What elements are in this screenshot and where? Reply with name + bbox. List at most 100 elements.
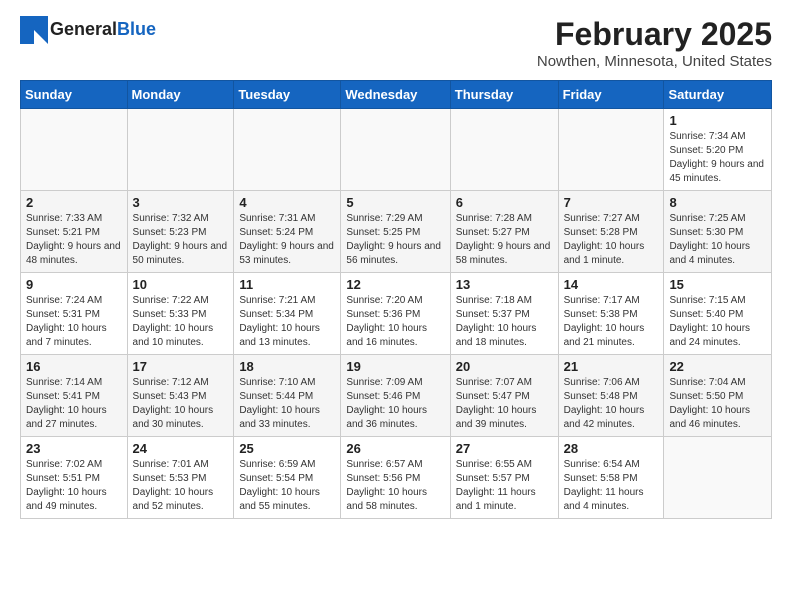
week-row-2: 2 Sunrise: 7:33 AM Sunset: 5:21 PM Daylig…: [21, 191, 772, 273]
calendar-cell: 24 Sunrise: 7:01 AM Sunset: 5:53 PM Dayli…: [127, 437, 234, 519]
day-number: 24: [133, 441, 229, 456]
day-number: 7: [564, 195, 659, 210]
header-row: SundayMondayTuesdayWednesdayThursdayFrid…: [21, 81, 772, 109]
calendar-cell: [127, 109, 234, 191]
calendar-cell: 9 Sunrise: 7:24 AM Sunset: 5:31 PM Daylig…: [21, 273, 128, 355]
week-row-5: 23 Sunrise: 7:02 AM Sunset: 5:51 PM Dayli…: [21, 437, 772, 519]
calendar-cell: 5 Sunrise: 7:29 AM Sunset: 5:25 PM Daylig…: [341, 191, 450, 273]
cell-info: Sunrise: 7:24 AM Sunset: 5:31 PM Dayligh…: [26, 294, 122, 350]
cell-info: Sunrise: 6:57 AM Sunset: 5:56 PM Dayligh…: [346, 458, 444, 514]
calendar-cell: [558, 109, 664, 191]
calendar-cell: 25 Sunrise: 6:59 AM Sunset: 5:54 PM Dayli…: [234, 437, 341, 519]
calendar-cell: 15 Sunrise: 7:15 AM Sunset: 5:40 PM Dayli…: [664, 273, 772, 355]
day-number: 19: [346, 359, 444, 374]
day-number: 4: [239, 195, 335, 210]
day-number: 15: [669, 277, 766, 292]
calendar-cell: 11 Sunrise: 7:21 AM Sunset: 5:34 PM Dayli…: [234, 273, 341, 355]
calendar-cell: 6Sunrise: 7:28 AM Sunset: 5:27 PM Daylig…: [450, 191, 558, 273]
day-number: 11: [239, 277, 335, 292]
cell-info: Sunrise: 7:17 AM Sunset: 5:38 PM Dayligh…: [564, 294, 659, 350]
day-number: 23: [26, 441, 122, 456]
cell-info: Sunrise: 7:34 AM Sunset: 5:20 PM Dayligh…: [669, 130, 766, 186]
day-number: 9: [26, 277, 122, 292]
calendar-cell: 19 Sunrise: 7:09 AM Sunset: 5:46 PM Dayli…: [341, 355, 450, 437]
day-number: 5: [346, 195, 444, 210]
calendar-cell: [234, 109, 341, 191]
cell-info: Sunrise: 7:25 AM Sunset: 5:30 PM Dayligh…: [669, 212, 766, 268]
calendar-cell: 17 Sunrise: 7:12 AM Sunset: 5:43 PM Dayli…: [127, 355, 234, 437]
day-number: 22: [669, 359, 766, 374]
page: GeneralBlue February 2025 Nowthen, Minne…: [0, 0, 792, 535]
cell-info: Sunrise: 7:01 AM Sunset: 5:53 PM Dayligh…: [133, 458, 229, 514]
cell-info: Sunrise: 6:54 AM Sunset: 5:58 PM Dayligh…: [564, 458, 659, 514]
cell-info: Sunrise: 7:21 AM Sunset: 5:34 PM Dayligh…: [239, 294, 335, 350]
day-number: 17: [133, 359, 229, 374]
cell-info: Sunrise: 6:55 AM Sunset: 5:57 PM Dayligh…: [456, 458, 553, 514]
calendar-header: SundayMondayTuesdayWednesdayThursdayFrid…: [21, 81, 772, 109]
cell-info: Sunrise: 7:20 AM Sunset: 5:36 PM Dayligh…: [346, 294, 444, 350]
day-number: 2: [26, 195, 122, 210]
calendar-cell: 27 Sunrise: 6:55 AM Sunset: 5:57 PM Dayli…: [450, 437, 558, 519]
day-number: 25: [239, 441, 335, 456]
calendar-cell: [21, 109, 128, 191]
cell-info: Sunrise: 7:06 AM Sunset: 5:48 PM Dayligh…: [564, 376, 659, 432]
day-number: 14: [564, 277, 659, 292]
calendar-cell: [341, 109, 450, 191]
calendar-cell: 16Sunrise: 7:14 AM Sunset: 5:41 PM Dayli…: [21, 355, 128, 437]
calendar-body: 1 Sunrise: 7:34 AM Sunset: 5:20 PM Daylig…: [21, 109, 772, 519]
day-number: 21: [564, 359, 659, 374]
calendar-cell: 26 Sunrise: 6:57 AM Sunset: 5:56 PM Dayli…: [341, 437, 450, 519]
day-number: 26: [346, 441, 444, 456]
calendar-cell: 1 Sunrise: 7:34 AM Sunset: 5:20 PM Daylig…: [664, 109, 772, 191]
day-header-monday: Monday: [127, 81, 234, 109]
week-row-4: 16Sunrise: 7:14 AM Sunset: 5:41 PM Dayli…: [21, 355, 772, 437]
cell-info: Sunrise: 7:15 AM Sunset: 5:40 PM Dayligh…: [669, 294, 766, 350]
day-header-wednesday: Wednesday: [341, 81, 450, 109]
cell-info: Sunrise: 7:12 AM Sunset: 5:43 PM Dayligh…: [133, 376, 229, 432]
day-number: 12: [346, 277, 444, 292]
day-number: 27: [456, 441, 553, 456]
cell-info: Sunrise: 7:32 AM Sunset: 5:23 PM Dayligh…: [133, 212, 229, 268]
day-header-thursday: Thursday: [450, 81, 558, 109]
calendar-cell: 28 Sunrise: 6:54 AM Sunset: 5:58 PM Dayli…: [558, 437, 664, 519]
logo-icon: [20, 16, 48, 44]
calendar-cell: [664, 437, 772, 519]
calendar-cell: 10Sunrise: 7:22 AM Sunset: 5:33 PM Dayli…: [127, 273, 234, 355]
week-row-1: 1 Sunrise: 7:34 AM Sunset: 5:20 PM Daylig…: [21, 109, 772, 191]
calendar-cell: 22 Sunrise: 7:04 AM Sunset: 5:50 PM Dayli…: [664, 355, 772, 437]
day-number: 10: [133, 277, 229, 292]
calendar-cell: 7 Sunrise: 7:27 AM Sunset: 5:28 PM Daylig…: [558, 191, 664, 273]
cell-info: Sunrise: 7:09 AM Sunset: 5:46 PM Dayligh…: [346, 376, 444, 432]
logo-text-block: GeneralBlue: [50, 20, 156, 40]
cell-info: Sunrise: 7:18 AM Sunset: 5:37 PM Dayligh…: [456, 294, 553, 350]
day-number: 13: [456, 277, 553, 292]
cell-info: Sunrise: 7:29 AM Sunset: 5:25 PM Dayligh…: [346, 212, 444, 268]
cell-info: Sunrise: 7:02 AM Sunset: 5:51 PM Dayligh…: [26, 458, 122, 514]
calendar-cell: 14 Sunrise: 7:17 AM Sunset: 5:38 PM Dayli…: [558, 273, 664, 355]
day-number: 3: [133, 195, 229, 210]
calendar-cell: 2 Sunrise: 7:33 AM Sunset: 5:21 PM Daylig…: [21, 191, 128, 273]
calendar-cell: 12 Sunrise: 7:20 AM Sunset: 5:36 PM Dayli…: [341, 273, 450, 355]
day-number: 16: [26, 359, 122, 374]
calendar-cell: 21 Sunrise: 7:06 AM Sunset: 5:48 PM Dayli…: [558, 355, 664, 437]
logo: GeneralBlue: [20, 16, 156, 44]
calendar-cell: 3 Sunrise: 7:32 AM Sunset: 5:23 PM Daylig…: [127, 191, 234, 273]
cell-info: Sunrise: 7:31 AM Sunset: 5:24 PM Dayligh…: [239, 212, 335, 268]
day-header-sunday: Sunday: [21, 81, 128, 109]
cell-info: Sunrise: 7:04 AM Sunset: 5:50 PM Dayligh…: [669, 376, 766, 432]
day-number: 28: [564, 441, 659, 456]
cell-info: Sunrise: 7:33 AM Sunset: 5:21 PM Dayligh…: [26, 212, 122, 268]
header: GeneralBlue February 2025 Nowthen, Minne…: [20, 16, 772, 70]
day-number: 18: [239, 359, 335, 374]
cell-info: Sunrise: 7:27 AM Sunset: 5:28 PM Dayligh…: [564, 212, 659, 268]
day-number: 20: [456, 359, 553, 374]
calendar-cell: [450, 109, 558, 191]
day-number: 8: [669, 195, 766, 210]
day-header-tuesday: Tuesday: [234, 81, 341, 109]
cell-info: Sunrise: 7:07 AM Sunset: 5:47 PM Dayligh…: [456, 376, 553, 432]
calendar-table: SundayMondayTuesdayWednesdayThursdayFrid…: [20, 80, 772, 519]
day-number: 1: [669, 113, 766, 128]
cell-info: Sunrise: 6:59 AM Sunset: 5:54 PM Dayligh…: [239, 458, 335, 514]
calendar-cell: 23 Sunrise: 7:02 AM Sunset: 5:51 PM Dayli…: [21, 437, 128, 519]
cell-info: Sunrise: 7:10 AM Sunset: 5:44 PM Dayligh…: [239, 376, 335, 432]
